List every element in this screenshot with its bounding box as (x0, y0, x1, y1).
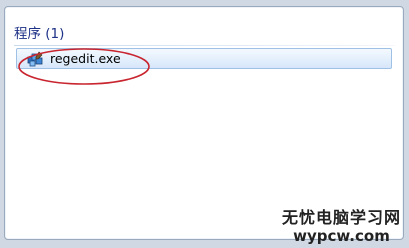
regedit-icon (27, 51, 43, 67)
result-item-label: regedit.exe (50, 51, 121, 66)
programs-group-header[interactable]: 程序 (1) (14, 26, 64, 42)
group-divider (14, 45, 395, 46)
watermark: 无忧电脑学习网 wypcw.com (282, 208, 401, 245)
watermark-url: wypcw.com (293, 227, 390, 245)
result-item-regedit[interactable]: regedit.exe (16, 48, 392, 69)
watermark-title: 无忧电脑学习网 (281, 208, 401, 227)
start-menu-results-panel: 程序 (1) regedit.exe (4, 6, 404, 240)
